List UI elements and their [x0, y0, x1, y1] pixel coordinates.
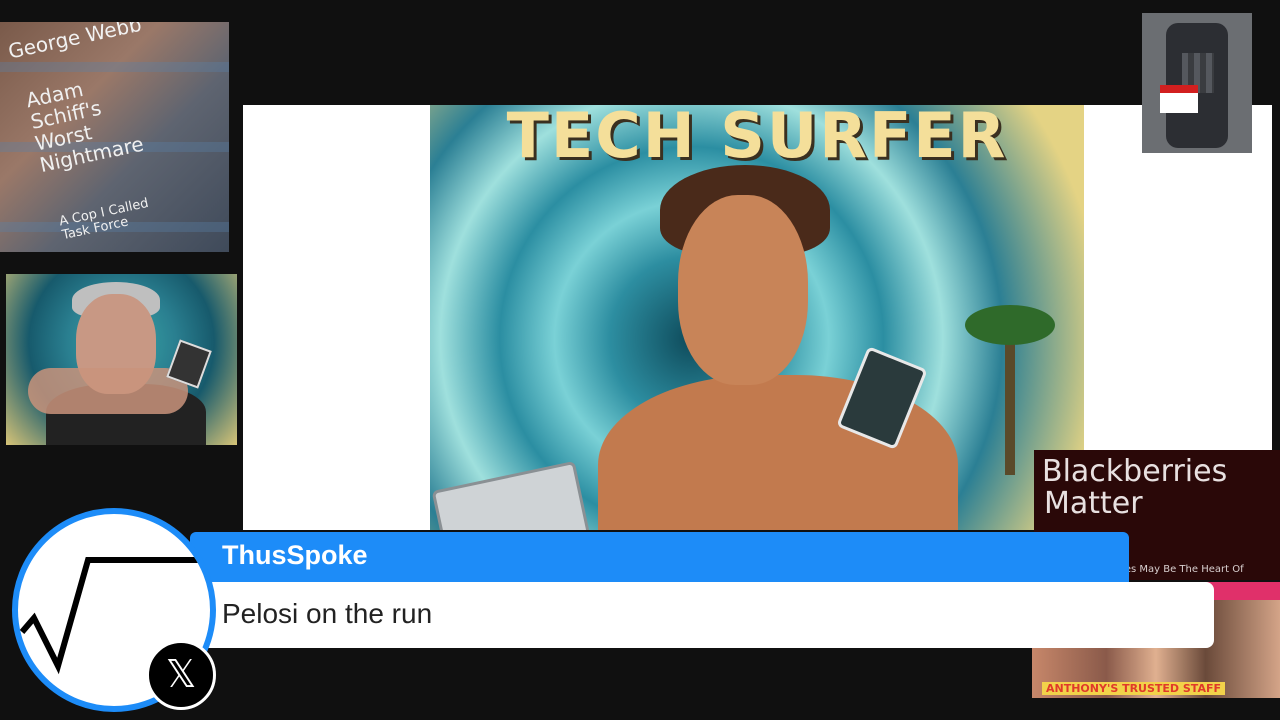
blackberries-title-line1: Blackberries	[1042, 454, 1228, 489]
poster-title: TECH SURFER	[506, 105, 1008, 172]
pixelated-sticker	[1160, 85, 1198, 113]
x-logo-icon: 𝕏	[146, 640, 216, 710]
main-poster: TECH SURFER	[430, 105, 1084, 530]
webcam-feed	[6, 274, 237, 445]
surfer-head	[678, 195, 808, 385]
pixelated-phone-card	[1142, 13, 1252, 153]
book-subtitle: A Cop I Called Task Force	[57, 195, 150, 244]
palm-tree-frond	[965, 305, 1055, 345]
blackberries-subtitle: rries May Be The Heart Of	[1114, 564, 1244, 575]
comment-username: ThusSpoke	[222, 540, 368, 570]
photo-caption: ANTHONY'S TRUSTED STAFF	[1042, 682, 1225, 695]
poster-laptop-prop	[431, 460, 595, 530]
palm-tree-trunk	[1005, 325, 1015, 475]
blackberries-title-line2: Matter	[1044, 486, 1143, 521]
book-cover-thumbnail: George Webb Adam Schiff's Worst Nightmar…	[0, 22, 229, 252]
book-title: Adam Schiff's Worst Nightmare	[23, 76, 146, 177]
book-author: George Webb	[6, 22, 144, 64]
comment-message: Pelosi on the run	[222, 598, 433, 629]
webcam-person-hands	[28, 368, 188, 414]
